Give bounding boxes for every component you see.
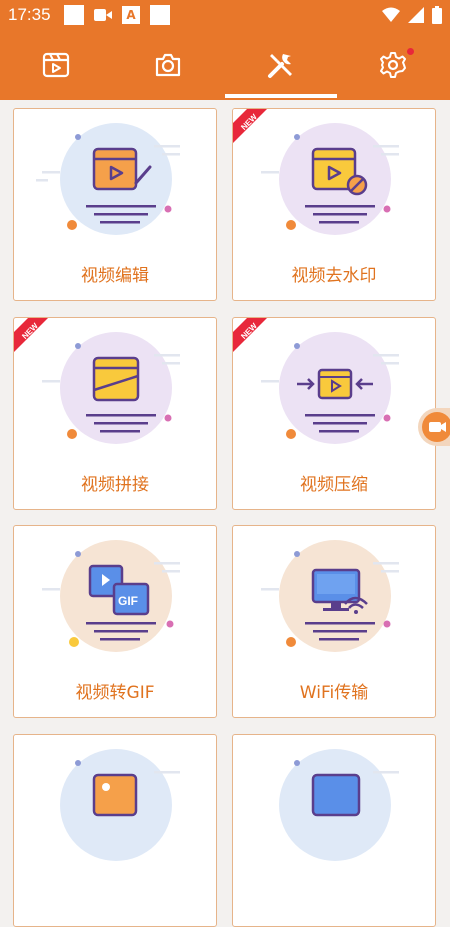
- tool-card-video-merge[interactable]: NEW 视频拼接: [13, 317, 217, 510]
- video-notification-icon: [94, 8, 112, 22]
- tool-card-image[interactable]: [13, 734, 217, 927]
- watermark-illustration: [261, 123, 399, 235]
- status-time: 17:35: [8, 5, 51, 24]
- floating-recorder-button[interactable]: [418, 408, 450, 446]
- film-icon: [42, 52, 70, 78]
- wifi-transfer-illustration: [261, 540, 399, 652]
- video-edit-illustration: [36, 123, 180, 235]
- gear-icon: [380, 52, 406, 78]
- tool-card-wifi-transfer[interactable]: WiFi传输: [232, 525, 436, 718]
- tool-card-video-edit[interactable]: 视频编辑: [13, 108, 217, 301]
- tool-card-remove-watermark[interactable]: NEW 视频去水印: [232, 108, 436, 301]
- tool-label: 视频拼接: [81, 475, 149, 495]
- gif-illustration: GIF: [42, 540, 180, 652]
- signal-icon: [408, 7, 424, 23]
- wifi-icon: [382, 7, 400, 22]
- tool-card-video-to-gif[interactable]: GIF 视频转GIF: [13, 525, 217, 718]
- tool-card-video-compress[interactable]: NEW 视频压缩: [232, 317, 436, 510]
- notification-icon: [150, 5, 170, 25]
- notification-icons: A: [64, 5, 170, 25]
- battery-icon: [432, 6, 442, 24]
- tool-label: 视频压缩: [300, 475, 368, 495]
- tools-icon: [268, 54, 292, 78]
- video-camera-icon: [422, 412, 450, 442]
- tab-camera[interactable]: [112, 30, 224, 100]
- screen-tool-illustration: [279, 749, 399, 861]
- tool-card-screen[interactable]: [232, 734, 436, 927]
- notification-dot: [407, 48, 414, 55]
- image-tool-illustration: [60, 749, 180, 861]
- status-bar: 17:35 A: [0, 0, 450, 30]
- tab-bar: [0, 30, 450, 100]
- tab-videos[interactable]: [0, 30, 112, 100]
- notification-icon: [64, 5, 84, 25]
- gif-icon-text: GIF: [118, 594, 138, 608]
- tool-label: WiFi传输: [299, 683, 369, 703]
- video-compress-illustration: [261, 332, 399, 444]
- camera-icon: [155, 53, 181, 77]
- tool-label: 视频编辑: [81, 266, 149, 286]
- tool-label: 视频转GIF: [75, 683, 155, 703]
- system-icons: [382, 6, 442, 24]
- tab-tools[interactable]: [225, 30, 337, 100]
- tools-grid: 视频编辑 NEW 视频去水印 NEW 视频拼接 NEW 视频压缩 GIF 视频转…: [0, 100, 450, 927]
- tab-settings[interactable]: [337, 30, 449, 100]
- tool-label: 视频去水印: [291, 266, 377, 286]
- font-notification-icon: A: [122, 6, 140, 24]
- video-merge-illustration: [42, 332, 180, 444]
- active-tab-indicator: [225, 94, 337, 98]
